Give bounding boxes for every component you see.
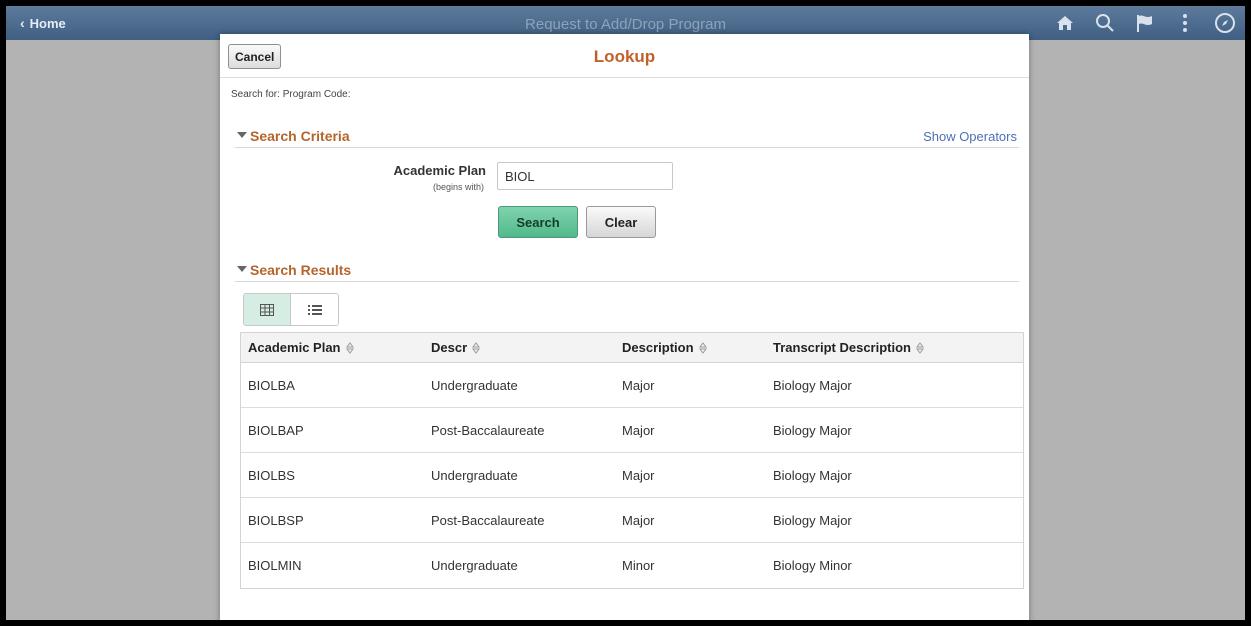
top-icon-group bbox=[1045, 6, 1245, 40]
cell-descr: Undergraduate bbox=[431, 467, 518, 483]
home-icon[interactable] bbox=[1045, 6, 1085, 40]
table-row[interactable]: BIOLBAP Post-Baccalaureate Major Biology… bbox=[241, 408, 1023, 453]
modal-header: Cancel Lookup bbox=[220, 34, 1029, 78]
cell-transcript-description: Biology Major bbox=[773, 422, 852, 438]
academic-plan-label: Academic Plan bbox=[393, 163, 487, 178]
actions-menu-icon[interactable] bbox=[1165, 6, 1205, 40]
cell-transcript-description: Biology Major bbox=[773, 377, 852, 393]
view-toggle bbox=[243, 293, 339, 326]
grid-view-button[interactable] bbox=[244, 294, 291, 325]
column-header-description[interactable]: Description bbox=[622, 333, 708, 362]
list-view-button[interactable] bbox=[291, 294, 338, 325]
table-row[interactable]: BIOLBSP Post-Baccalaureate Major Biology… bbox=[241, 498, 1023, 543]
sort-icon bbox=[698, 341, 707, 354]
begins-with-label: (begins with) bbox=[432, 182, 484, 192]
cell-description: Major bbox=[622, 377, 655, 393]
show-operators-link[interactable]: Show Operators bbox=[923, 129, 1017, 144]
cell-description: Major bbox=[622, 512, 655, 528]
search-criteria-header[interactable]: Search Criteria Show Operators bbox=[235, 126, 1019, 148]
column-header-transcript-description[interactable]: Transcript Description bbox=[773, 333, 925, 362]
list-icon bbox=[307, 304, 322, 315]
lookup-modal: Cancel Lookup Search for: Program Code: … bbox=[220, 34, 1029, 620]
sort-icon bbox=[345, 341, 354, 354]
cell-transcript-description: Biology Major bbox=[773, 467, 852, 483]
column-header-academic-plan[interactable]: Academic Plan bbox=[248, 333, 355, 362]
cell-description: Major bbox=[622, 467, 655, 483]
cell-academic-plan: BIOLMIN bbox=[248, 558, 302, 573]
sort-icon bbox=[472, 341, 481, 354]
column-header-descr[interactable]: Descr bbox=[431, 333, 481, 362]
cell-descr: Undergraduate bbox=[431, 558, 518, 573]
table-row[interactable]: BIOLMIN Undergraduate Minor Biology Mino… bbox=[241, 543, 1023, 588]
grid-icon bbox=[260, 303, 274, 316]
cell-description: Major bbox=[622, 422, 655, 438]
table-row[interactable]: BIOLBA Undergraduate Major Biology Major bbox=[241, 363, 1023, 408]
sort-icon bbox=[915, 341, 924, 354]
flag-icon[interactable] bbox=[1125, 6, 1165, 40]
search-criteria-label: Search Criteria bbox=[250, 128, 350, 144]
clear-button[interactable]: Clear bbox=[586, 206, 656, 238]
academic-plan-input[interactable] bbox=[497, 162, 673, 190]
cell-descr: Undergraduate bbox=[431, 377, 518, 393]
cell-descr: Post-Baccalaureate bbox=[431, 512, 545, 528]
cell-academic-plan: BIOLBA bbox=[248, 377, 295, 393]
cell-descr: Post-Baccalaureate bbox=[431, 422, 545, 438]
results-grid: Academic Plan Descr Description Transcri… bbox=[240, 332, 1024, 589]
cell-description: Minor bbox=[622, 558, 655, 573]
modal-title: Lookup bbox=[593, 47, 656, 66]
collapse-triangle-icon bbox=[237, 132, 247, 138]
cell-academic-plan: BIOLBAP bbox=[248, 422, 304, 438]
search-icon[interactable] bbox=[1085, 6, 1125, 40]
navbar-compass-icon[interactable] bbox=[1205, 6, 1245, 40]
cell-academic-plan: BIOLBS bbox=[248, 467, 295, 483]
results-header-row: Academic Plan Descr Description Transcri… bbox=[241, 333, 1023, 363]
search-for-label: Search for: Program Code: bbox=[231, 89, 351, 100]
cell-transcript-description: Biology Minor bbox=[773, 558, 852, 573]
table-row[interactable]: BIOLBS Undergraduate Major Biology Major bbox=[241, 453, 1023, 498]
search-results-label: Search Results bbox=[250, 262, 352, 278]
search-button[interactable]: Search bbox=[498, 206, 578, 238]
collapse-triangle-icon bbox=[237, 266, 247, 272]
cell-transcript-description: Biology Major bbox=[773, 512, 852, 528]
app-frame: ‹ Home Request to Add/Drop Program Cance… bbox=[6, 6, 1245, 620]
cell-academic-plan: BIOLBSP bbox=[248, 512, 304, 528]
search-results-header[interactable]: Search Results bbox=[235, 260, 1019, 282]
